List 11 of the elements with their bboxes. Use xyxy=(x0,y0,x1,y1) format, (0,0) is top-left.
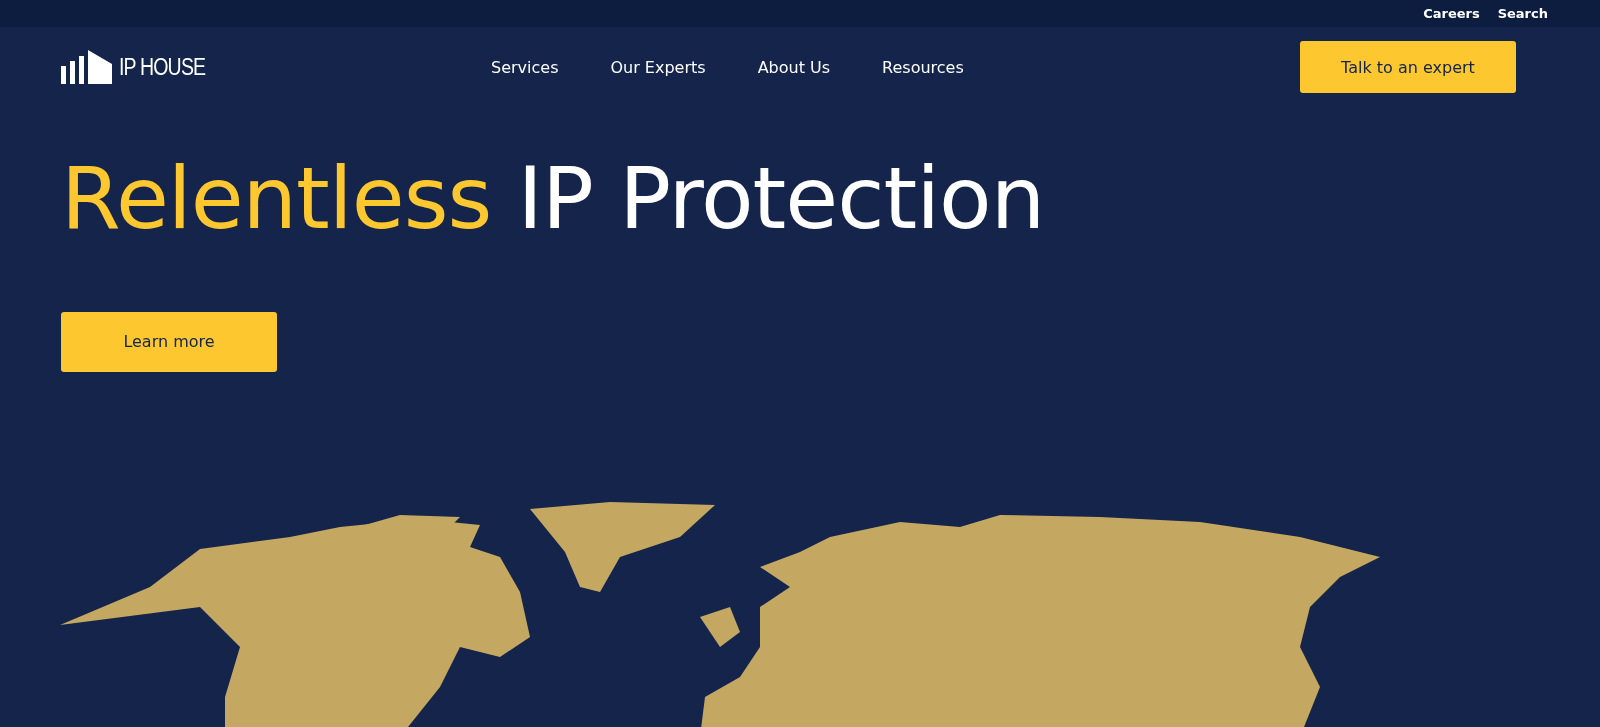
talk-to-expert-button[interactable]: Talk to an expert xyxy=(1300,41,1516,93)
nav-link[interactable]: Resources xyxy=(882,57,964,77)
learn-more-button[interactable]: Learn more xyxy=(61,311,277,372)
logo-icon xyxy=(61,50,115,84)
nav-link[interactable]: Services xyxy=(491,57,559,77)
logo-text[interactable]: IP HOUSE xyxy=(119,53,206,81)
nav-link[interactable]: Our Experts xyxy=(610,57,706,77)
top-link[interactable]: Search xyxy=(1497,6,1548,21)
headline: Relentless IP Protection xyxy=(61,151,1045,246)
nav-link[interactable]: About Us xyxy=(757,57,831,77)
top-link[interactable]: Careers xyxy=(1423,6,1480,21)
